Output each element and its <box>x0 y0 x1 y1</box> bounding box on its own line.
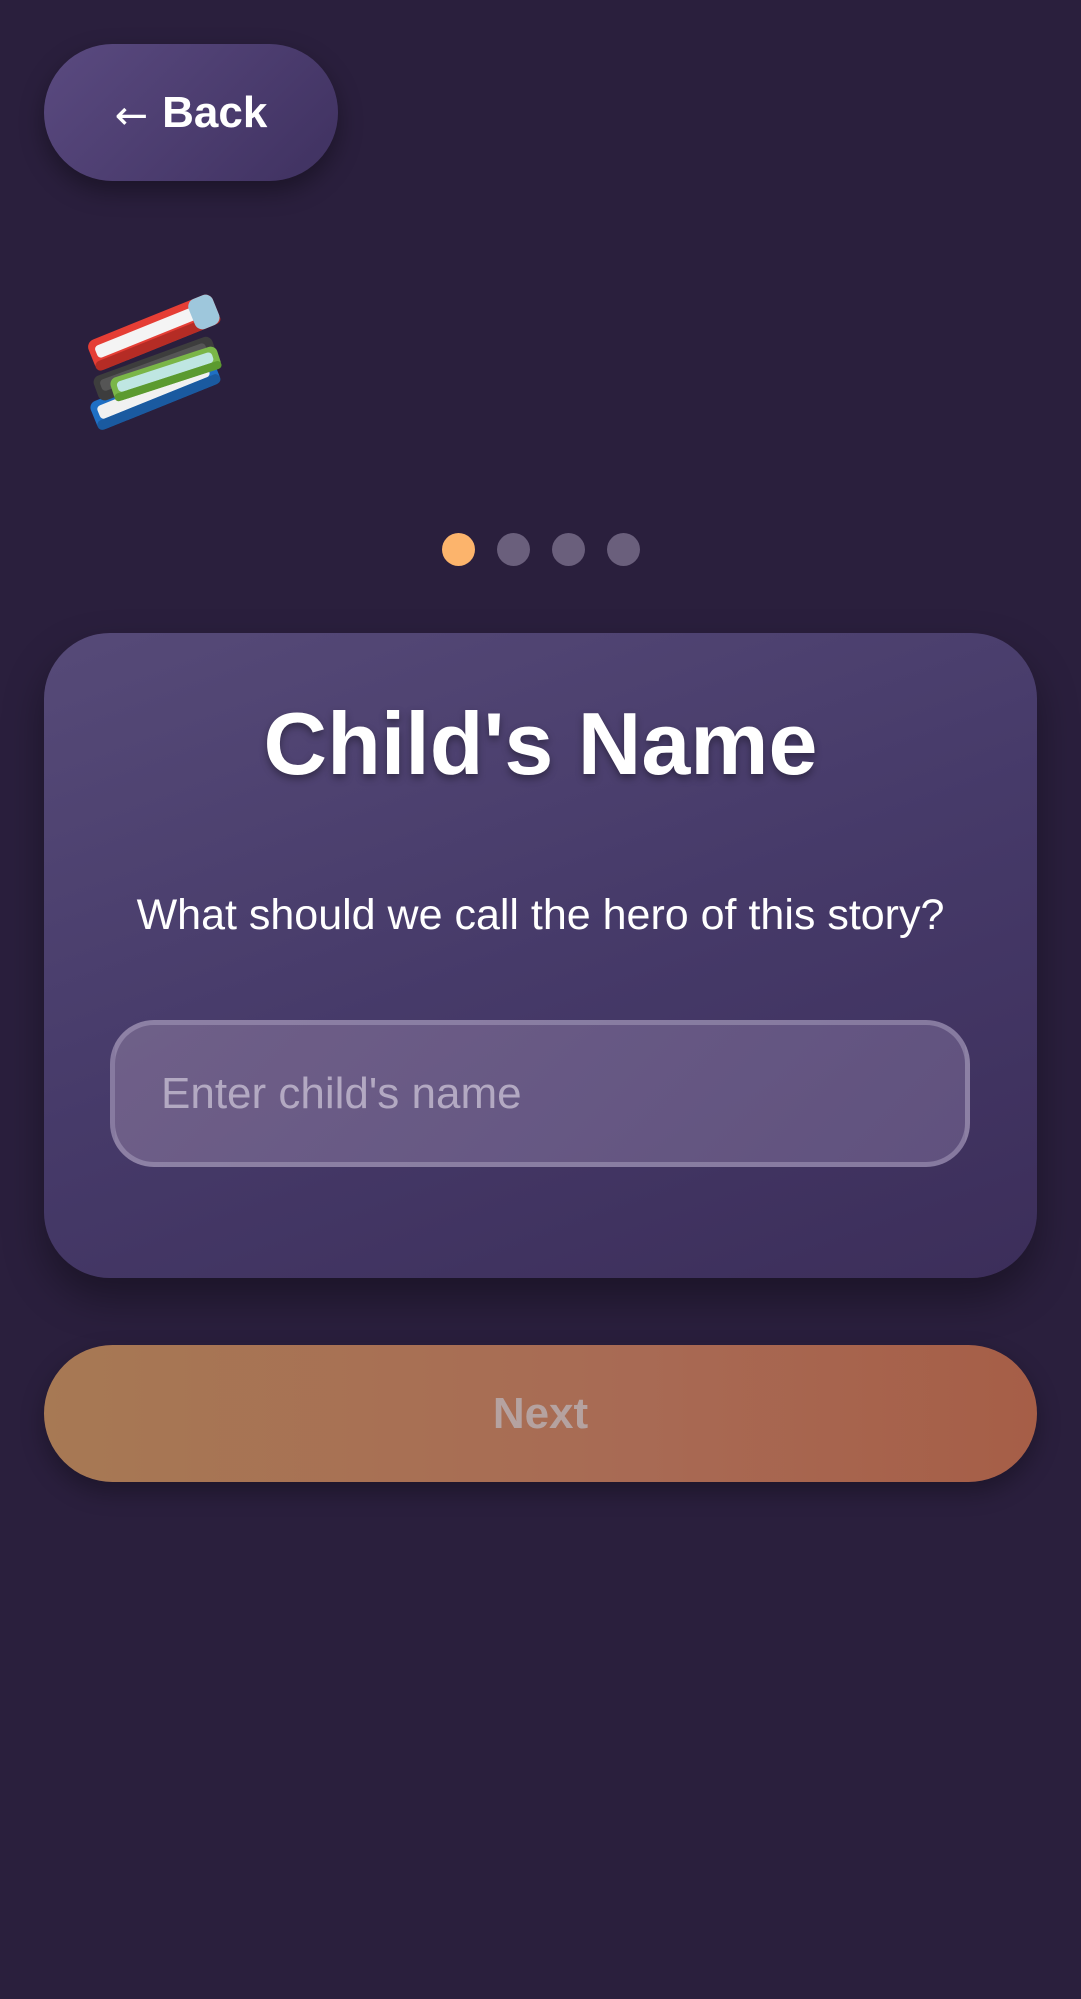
next-button[interactable]: Next <box>44 1345 1037 1482</box>
child-name-input[interactable] <box>110 1020 970 1167</box>
name-card: Child's Name What should we call the her… <box>44 633 1037 1278</box>
card-title: Child's Name <box>263 694 818 793</box>
progress-indicator <box>0 533 1081 566</box>
card-subtitle: What should we call the hero of this sto… <box>136 891 945 939</box>
back-button-label: Back <box>162 87 268 137</box>
books-icon <box>74 280 234 440</box>
progress-dot-3 <box>551 533 585 566</box>
back-button[interactable]: ← Back <box>44 44 338 181</box>
progress-dot-4 <box>606 533 640 566</box>
arrow-left-icon: ← <box>114 92 149 139</box>
progress-dot-2 <box>496 533 530 566</box>
progress-dot-1 <box>441 533 475 566</box>
